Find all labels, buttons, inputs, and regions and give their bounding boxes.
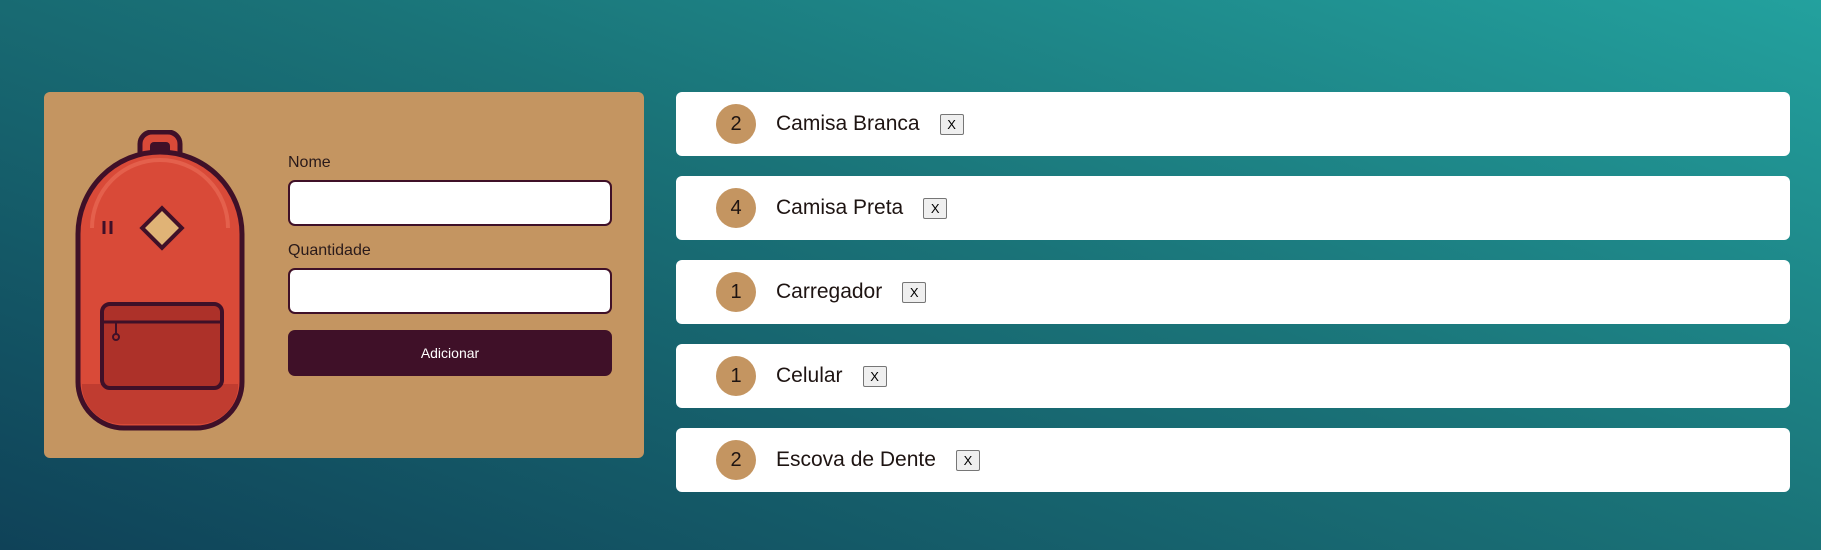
name-input[interactable] (288, 180, 612, 226)
quantity-badge: 1 (716, 272, 756, 312)
item-name: Camisa Branca (776, 112, 920, 135)
list-item: 2 Camisa Branca X (676, 92, 1790, 156)
list-item: 2 Escova de Dente X (676, 428, 1790, 492)
remove-item-button[interactable]: X (955, 449, 980, 471)
list-item: 1 Carregador X (676, 260, 1790, 324)
remove-item-button[interactable]: X (923, 197, 948, 219)
item-name: Carregador (776, 280, 883, 303)
quantity-label: Quantidade (288, 242, 371, 259)
item-list: 2 Camisa Branca X 4 Camisa Preta X 1 Car… (676, 92, 1790, 512)
item-name: Celular (776, 364, 843, 387)
add-button[interactable]: Adicionar (288, 330, 612, 376)
list-item: 1 Celular X (676, 344, 1790, 408)
item-name: Escova de Dente (776, 448, 936, 471)
name-label: Nome (288, 154, 331, 171)
remove-item-button[interactable]: X (939, 113, 964, 135)
quantity-badge: 2 (716, 440, 756, 480)
list-item: 4 Camisa Preta X (676, 176, 1790, 240)
quantity-badge: 4 (716, 188, 756, 228)
quantity-badge: 2 (716, 104, 756, 144)
quantity-badge: 1 (716, 356, 756, 396)
remove-item-button[interactable]: X (862, 365, 887, 387)
add-item-form-card: Nome Quantidade Adicionar (44, 92, 644, 458)
item-form: Nome Quantidade Adicionar (288, 154, 612, 376)
backpack-icon (75, 130, 245, 431)
item-name: Camisa Preta (776, 196, 904, 219)
quantity-input[interactable] (288, 268, 612, 314)
remove-item-button[interactable]: X (902, 281, 927, 303)
